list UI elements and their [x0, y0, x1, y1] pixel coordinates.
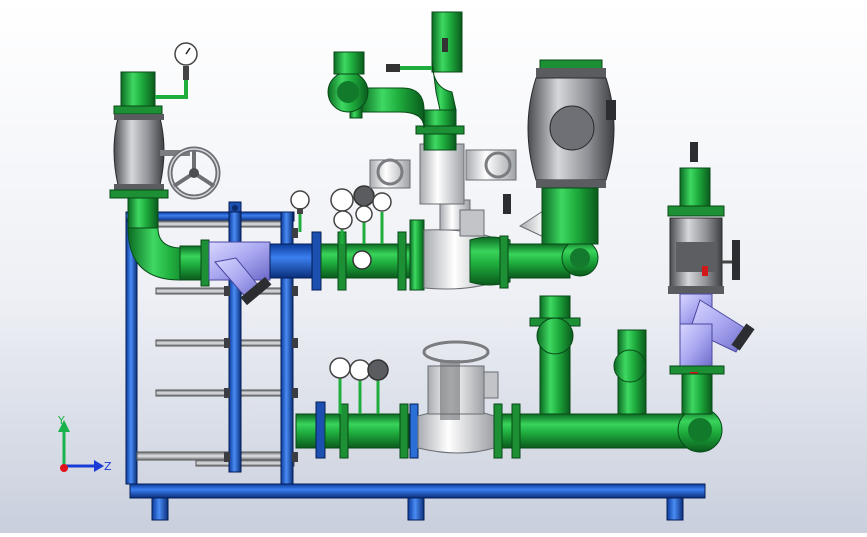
cad-canvas[interactable]: Y Z: [0, 0, 867, 533]
triad-z-label: Z: [104, 460, 112, 473]
red-tag: [702, 266, 708, 276]
cad-viewport[interactable]: Y Z: [0, 0, 867, 533]
triad-y-label: Y: [57, 414, 65, 427]
